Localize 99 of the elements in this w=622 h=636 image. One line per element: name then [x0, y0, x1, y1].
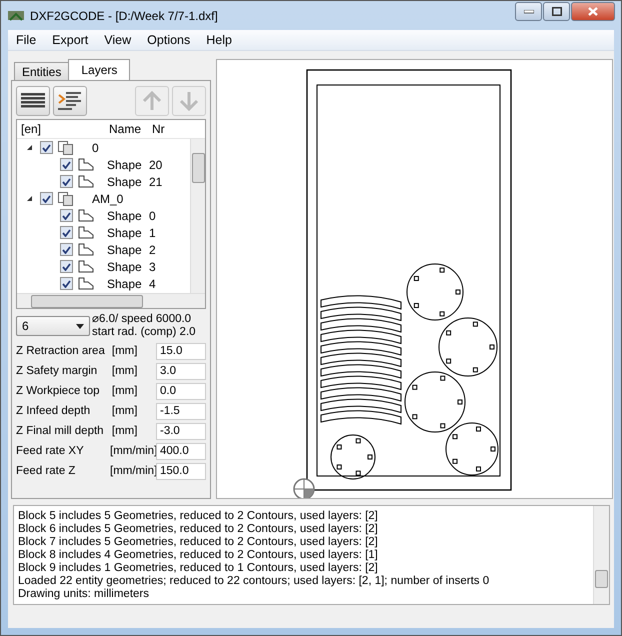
- parameter-label: Feed rate Z: [16, 465, 76, 477]
- column-header[interactable]: [en]: [17, 122, 105, 136]
- window-title: DXF2GCODE - [D:/Week 7/7-1.dxf]: [30, 8, 219, 22]
- shape-name: Shape: [107, 260, 143, 274]
- parameter-field[interactable]: 0.0: [156, 382, 206, 400]
- close-button[interactable]: [571, 2, 615, 21]
- parameter-field[interactable]: 150.0: [156, 462, 206, 480]
- close-icon: [588, 7, 598, 16]
- checkbox[interactable]: [40, 192, 53, 205]
- parameter-field[interactable]: -3.0: [156, 422, 206, 440]
- shape-icon: [78, 242, 94, 256]
- menu-item[interactable]: Export: [44, 33, 96, 47]
- shape-name: Shape: [107, 158, 143, 172]
- checkbox[interactable]: [60, 209, 73, 222]
- parameter-label: Feed rate XY: [16, 445, 85, 457]
- layers-icon: [58, 192, 73, 206]
- horizontal-scrollbar[interactable]: [17, 293, 205, 308]
- parameter-unit: [mm]: [112, 425, 138, 437]
- parameter-label: Z Final mill depth: [16, 425, 105, 437]
- checkbox[interactable]: [60, 158, 73, 171]
- list-icon: [21, 93, 45, 109]
- log-message: Block 9 includes 1 Geometries, reduced to 1 Contours, used layers: [2]: [18, 562, 379, 575]
- parameter-unit: [mm/min]: [110, 445, 156, 457]
- shape-number: 3: [149, 260, 156, 274]
- menu-item[interactable]: Options: [139, 33, 198, 47]
- shape-number: 0: [149, 208, 156, 222]
- toolbar-button[interactable]: [16, 86, 50, 116]
- checkbox[interactable]: [60, 226, 73, 239]
- menu-item[interactable]: File: [8, 33, 44, 47]
- parameter-label: Z Safety margin: [16, 365, 98, 377]
- shape-icon: [78, 260, 94, 274]
- parameter-unit: [mm]: [112, 365, 138, 377]
- parameter-label: Z Infeed depth: [16, 405, 92, 417]
- log-message: Block 6 includes 5 Geometries, reduced to 2 Contours, used layers: [2]: [18, 523, 379, 536]
- down-arrow-icon: [179, 91, 199, 111]
- maximize-button[interactable]: [543, 2, 570, 21]
- parameter-field[interactable]: -1.5: [156, 402, 206, 420]
- log-message: Block 7 includes 5 Geometries, reduced to 2 Contours, used layers: [2]: [18, 536, 379, 549]
- menu-item[interactable]: Help: [198, 33, 240, 47]
- shape-icon: [78, 276, 94, 290]
- shape-name: Shape: [107, 242, 143, 256]
- vertical-scrollbar[interactable]: [593, 506, 609, 604]
- maximize-icon: [552, 7, 562, 16]
- layer-name: 0: [92, 140, 99, 154]
- parameter-unit: [mm/min]: [110, 465, 156, 477]
- shape-name: Shape: [107, 174, 143, 188]
- minimize-icon: [524, 10, 534, 14]
- tool-info: start rad. (comp) 2.0: [92, 326, 196, 339]
- tool-info: ⌀6.0/ speed 6000.0: [92, 313, 192, 326]
- origin-marker-icon: [293, 478, 315, 498]
- parameter-label: Z Retraction area: [16, 345, 106, 357]
- checkbox[interactable]: [40, 141, 53, 154]
- log-message: Block 5 includes 5 Geometries, reduced to 2 Contours, used layers: [2]: [18, 510, 379, 523]
- indent-list-icon: [58, 92, 82, 110]
- toolbar-button[interactable]: [53, 86, 87, 116]
- shape-number: 21: [149, 174, 162, 188]
- parameter-field[interactable]: 15.0: [156, 342, 206, 360]
- collapse-arrow-icon[interactable]: [26, 144, 33, 151]
- parameter-unit: [mm]: [112, 345, 138, 357]
- parameter-label: Z Workpiece top: [16, 385, 101, 397]
- column-header[interactable]: Name: [105, 122, 148, 136]
- dropdown-arrow-icon: [76, 324, 84, 328]
- log-message: Drawing units: millimeters: [18, 588, 150, 601]
- tab[interactable]: Layers: [68, 59, 130, 80]
- shape-name: Shape: [107, 208, 143, 222]
- app-icon: [7, 8, 25, 22]
- shape-number: 1: [149, 226, 156, 240]
- minimize-button[interactable]: [515, 2, 542, 21]
- layers-icon: [58, 140, 73, 154]
- shape-name: Shape: [107, 276, 143, 290]
- up-arrow-icon: [142, 91, 162, 111]
- parameter-unit: [mm]: [112, 385, 138, 397]
- checkbox[interactable]: [60, 260, 73, 273]
- parameter-unit: [mm]: [112, 405, 138, 417]
- shape-number: 4: [149, 276, 156, 290]
- column-header[interactable]: Nr: [148, 122, 186, 136]
- shape-icon: [78, 158, 94, 172]
- tool-dropdown[interactable]: 6: [16, 316, 90, 336]
- checkmark-icon: [42, 194, 51, 202]
- shape-number: 20: [149, 158, 162, 172]
- shape-icon: [78, 208, 94, 222]
- drawing-canvas[interactable]: [216, 59, 613, 499]
- vertical-scrollbar[interactable]: [190, 139, 205, 293]
- tab[interactable]: Entities: [14, 62, 70, 80]
- layer-name: AM_0: [92, 192, 124, 206]
- shape-name: Shape: [107, 226, 143, 240]
- log-message: Loaded 22 entity geometries; reduced to 22 contours; used layers: [2, 1]; number of inserts 0: [18, 575, 490, 588]
- shape-icon: [78, 226, 94, 240]
- shape-number: 2: [149, 242, 156, 256]
- checkmark-icon: [42, 144, 51, 152]
- menu-item[interactable]: View: [96, 33, 140, 47]
- collapse-arrow-icon[interactable]: [26, 195, 33, 202]
- parameter-field[interactable]: 400.0: [156, 442, 206, 460]
- checkbox[interactable]: [60, 175, 73, 188]
- shape-icon: [78, 174, 94, 188]
- log-message: Block 8 includes 4 Geometries, reduced to 2 Contours, used layers: [1]: [18, 549, 379, 562]
- checkbox[interactable]: [60, 277, 73, 290]
- parameter-field[interactable]: 3.0: [156, 362, 206, 380]
- checkbox[interactable]: [60, 243, 73, 256]
